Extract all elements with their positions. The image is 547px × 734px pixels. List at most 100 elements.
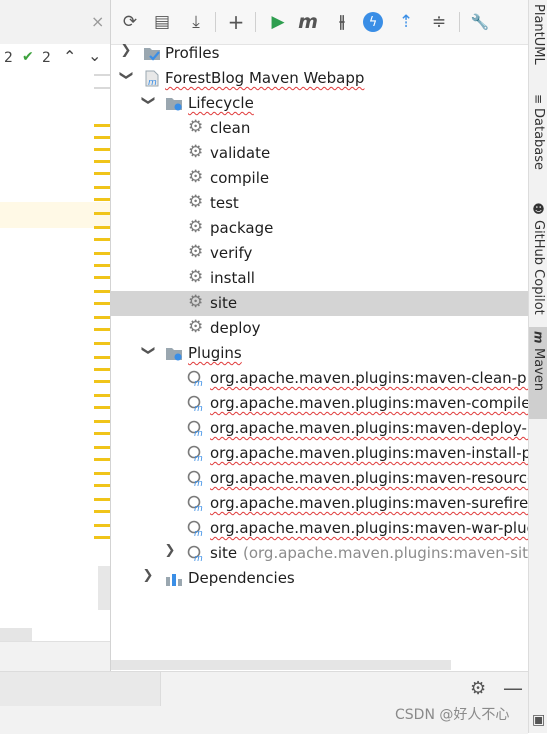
error-stripe[interactable]	[94, 148, 110, 151]
error-stripe[interactable]	[94, 420, 110, 423]
error-stripe[interactable]	[94, 536, 110, 539]
plugin-item[interactable]: m org.apache.maven.plugins:maven-install-…	[111, 441, 528, 466]
error-stripe[interactable]	[94, 290, 110, 293]
error-stripe[interactable]	[94, 316, 110, 319]
tab-github-copilot[interactable]: ☻ GitHub Copilot	[529, 198, 547, 324]
ok-count: 2	[42, 50, 51, 66]
run-icon[interactable]: ▶	[267, 11, 289, 33]
tree-node-label: org.apache.maven.plugins:maven-compiler-	[210, 394, 528, 412]
plugin-item[interactable]: m org.apache.maven.plugins:maven-clean-pl…	[111, 366, 528, 391]
svg-text:m: m	[194, 429, 203, 437]
lifecycle-item-deploy[interactable]: ⚙ deploy	[111, 316, 528, 341]
lifecycle-item-package[interactable]: ⚙ package	[111, 216, 528, 241]
chevron-down-icon[interactable]: ❯	[119, 69, 134, 83]
error-stripe[interactable]	[94, 264, 110, 267]
error-stripe[interactable]	[94, 356, 110, 359]
tree-hscrollbar[interactable]	[111, 660, 451, 670]
svg-text:m: m	[194, 504, 203, 512]
add-folder-icon[interactable]: ▤	[151, 11, 173, 33]
tab-label: PlantUML	[531, 4, 546, 65]
skip-tests-icon[interactable]: ϟ	[363, 12, 383, 32]
editor-scrollbar[interactable]	[98, 566, 110, 610]
close-icon[interactable]: ×	[91, 12, 104, 31]
gear-icon: ⚙	[188, 117, 204, 137]
error-stripe[interactable]	[94, 160, 110, 163]
lifecycle-item-compile[interactable]: ⚙ compile	[111, 166, 528, 191]
chevron-right-icon[interactable]: ❯	[119, 44, 133, 58]
gear-icon: ⚙	[188, 217, 204, 237]
lifecycle-item-install[interactable]: ⚙ install	[111, 266, 528, 291]
tree-node-site-plugin[interactable]: ❯ m site (org.apache.maven.plugins:maven…	[111, 541, 528, 566]
chevron-right-icon[interactable]: ❯	[141, 568, 155, 583]
error-stripe[interactable]	[94, 136, 110, 139]
tree-node-lifecycle[interactable]: ❯ Lifecycle	[111, 91, 528, 116]
tab-database[interactable]: ≡ Database	[529, 90, 547, 186]
lifecycle-item-clean[interactable]: ⚙ clean	[111, 116, 528, 141]
maven-toolbar: ⟳ ▤ ⤓ + ▶ m ⫲ ϟ ⇡ ≑ 🔧	[111, 0, 528, 45]
error-stripe[interactable]	[94, 510, 110, 513]
plugin-item[interactable]: m org.apache.maven.plugins:maven-resource…	[111, 466, 528, 491]
lifecycle-item-validate[interactable]: ⚙ validate	[111, 141, 528, 166]
wrench-icon[interactable]: 🔧	[469, 11, 491, 33]
tree-node-profiles[interactable]: ❯ Profiles	[111, 44, 528, 66]
error-stripe[interactable]	[94, 226, 110, 229]
chevron-down-icon[interactable]: ❯	[141, 94, 156, 108]
error-stripe[interactable]	[94, 252, 110, 255]
error-stripe[interactable]	[94, 472, 110, 475]
layout-icon[interactable]: ▣	[532, 712, 545, 728]
tree-node-project[interactable]: ❯ m ForestBlog Maven Webapp	[111, 66, 528, 91]
error-stripe[interactable]	[94, 186, 110, 189]
chevron-up-icon[interactable]: ⌃	[63, 47, 76, 66]
toggle-offline-icon[interactable]: ⫲	[331, 11, 353, 33]
error-stripe[interactable]	[94, 276, 110, 279]
chevron-right-icon[interactable]: ❯	[163, 543, 177, 558]
gear-icon[interactable]: ⚙	[470, 678, 486, 699]
download-icon[interactable]: ⤓	[185, 11, 207, 33]
error-stripe[interactable]	[94, 302, 110, 305]
error-stripe[interactable]	[94, 484, 110, 487]
svg-text:m: m	[194, 454, 203, 462]
plugin-item[interactable]: m org.apache.maven.plugins:maven-surefire…	[111, 491, 528, 516]
tree-node-label: org.apache.maven.plugins:maven-deploy-pl	[210, 419, 528, 437]
error-stripe[interactable]	[94, 394, 110, 397]
error-stripe[interactable]	[94, 124, 110, 127]
minimize-icon[interactable]: —	[503, 676, 523, 700]
error-stripe[interactable]	[94, 212, 110, 215]
plus-icon[interactable]: +	[225, 10, 247, 34]
tree-node-plugins[interactable]: ❯ Plugins	[111, 341, 528, 366]
error-stripe[interactable]	[94, 368, 110, 371]
error-stripe[interactable]	[94, 524, 110, 527]
collapse-all-icon[interactable]: ≑	[428, 11, 450, 33]
svg-text:m: m	[194, 529, 203, 537]
editor-hscrollbar[interactable]	[0, 628, 32, 642]
tab-maven[interactable]: m Maven	[529, 327, 547, 419]
error-stripe[interactable]	[94, 328, 110, 331]
plugin-item[interactable]: m org.apache.maven.plugins:maven-deploy-p…	[111, 416, 528, 441]
error-stripe[interactable]	[94, 342, 110, 345]
right-tool-sidebar: PlantUML ≡ Database ☻ GitHub Copilot m M…	[528, 0, 547, 733]
error-stripe[interactable]	[94, 238, 110, 241]
tab-plantuml[interactable]: PlantUML	[529, 0, 547, 86]
error-stripe[interactable]	[94, 172, 110, 175]
chevron-down-icon[interactable]: ❯	[141, 344, 156, 358]
plugin-item[interactable]: m org.apache.maven.plugins:maven-war-plug…	[111, 516, 528, 541]
error-stripe[interactable]	[94, 406, 110, 409]
lifecycle-item-site[interactable]: ⚙ site	[111, 291, 528, 316]
svg-text:m: m	[194, 479, 203, 487]
chevron-down-icon[interactable]: ⌄	[88, 46, 101, 65]
error-stripe[interactable]	[94, 432, 110, 435]
plugin-item[interactable]: m org.apache.maven.plugins:maven-compiler…	[111, 391, 528, 416]
plugin-icon: m	[187, 420, 203, 437]
error-stripe[interactable]	[94, 380, 110, 383]
maven-goal-icon[interactable]: m	[297, 11, 319, 33]
error-stripe[interactable]	[94, 498, 110, 501]
show-dependencies-icon[interactable]: ⇡	[395, 11, 417, 33]
reload-icon[interactable]: ⟳	[119, 11, 141, 33]
error-stripe[interactable]	[94, 198, 110, 201]
error-stripe[interactable]	[94, 458, 110, 461]
tree-node-dependencies[interactable]: ❯ Dependencies	[111, 566, 528, 591]
error-stripe[interactable]	[94, 446, 110, 449]
lifecycle-item-test[interactable]: ⚙ test	[111, 191, 528, 216]
lifecycle-item-verify[interactable]: ⚙ verify	[111, 241, 528, 266]
inspection-widget[interactable]: 2 ✔ 2 ⌃ ⌄	[0, 44, 111, 74]
